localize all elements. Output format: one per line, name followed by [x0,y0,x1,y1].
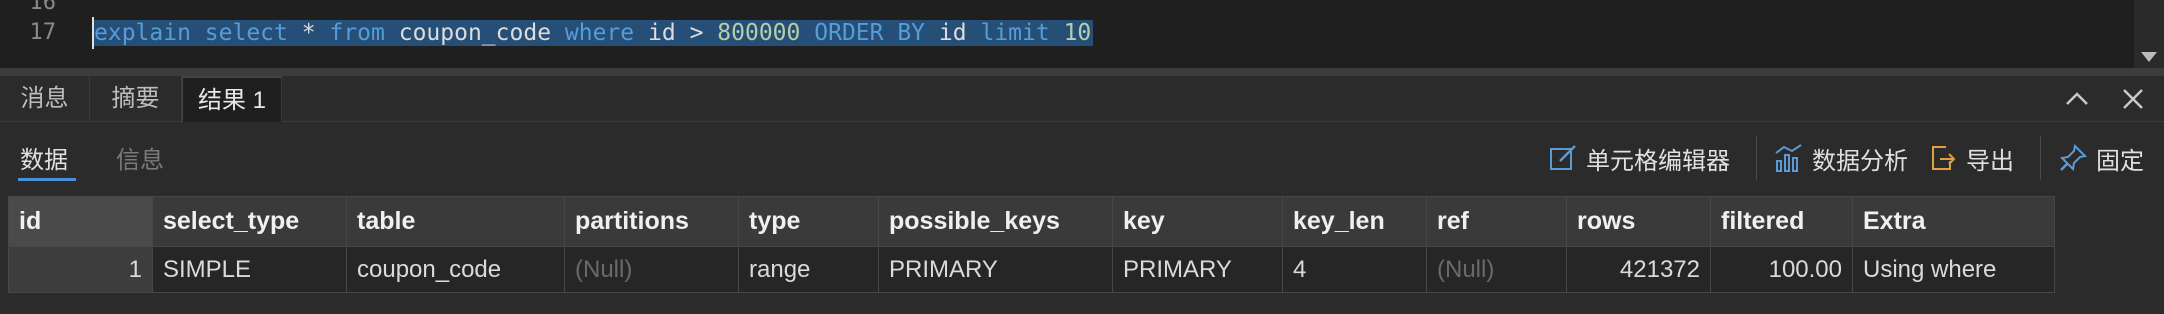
line-number: 16 [29,0,57,15]
keyword-limit: limit [980,20,1050,46]
sql-editor[interactable]: 16 17 explain select * from coupon_code … [0,0,2164,68]
header-row: id select_type table partitions type pos… [8,196,2055,247]
table-cell[interactable]: PRIMARY [878,246,1113,293]
result-toolbar: 数据 信息 单元格编辑器 数据分析 导出 固定 [0,122,2164,194]
column-header[interactable]: rows [1566,196,1711,247]
code-order-column: id [938,20,967,46]
column-header[interactable]: filtered [1710,196,1853,247]
pin-label: 固定 [2096,147,2144,175]
chevron-up-icon[interactable] [2062,84,2092,114]
column-header[interactable]: table [346,196,565,247]
code-operator: > [689,20,704,46]
subtab-data[interactable]: 数据 [20,140,68,175]
cell-editor-button[interactable]: 单元格编辑器 [1548,142,1730,175]
code-column: id [648,20,676,46]
column-header[interactable]: key [1112,196,1283,247]
column-header[interactable]: partitions [564,196,739,247]
keyword-where: where [564,20,635,46]
chart-bars-icon [1775,144,1802,172]
tab-messages[interactable]: 消息 [0,76,90,122]
column-header[interactable]: Extra [1852,196,2055,247]
table-row[interactable]: 1 SIMPLE coupon_code (Null) range PRIMAR… [8,246,2055,293]
export-icon [1932,146,1956,170]
code-line[interactable]: explain select * from coupon_code where … [92,16,1094,50]
column-header[interactable]: id [8,196,153,247]
data-analysis-label: 数据分析 [1812,147,1908,175]
close-icon[interactable] [2118,84,2148,114]
keyword-explain: explain [94,20,191,46]
toolbar-divider [1756,136,1757,180]
tab-result-1[interactable]: 结果 1 [182,76,282,122]
table-cell[interactable]: 421372 [1566,246,1711,293]
cell-editor-label: 单元格编辑器 [1586,147,1730,175]
code-star: * [301,20,316,46]
text-cursor [92,17,94,49]
table-cell[interactable]: SIMPLE [152,246,347,293]
data-analysis-button[interactable]: 数据分析 [1774,142,1908,175]
keyword-from: from [329,20,385,46]
toolbar-divider [2040,136,2041,180]
table-cell[interactable]: range [738,246,879,293]
result-tabs: 消息 摘要 结果 1 [0,76,2164,122]
table-cell[interactable]: PRIMARY [1112,246,1283,293]
code-limit-number: 10 [1063,20,1092,46]
pin-button[interactable]: 固定 [2058,142,2144,175]
table-cell[interactable]: coupon_code [346,246,565,293]
code-table-name: coupon_code [398,20,552,46]
editor-scrollbar[interactable] [2134,0,2164,68]
subtab-info[interactable]: 信息 [116,140,164,175]
keyword-order-by: ORDER BY [814,20,926,46]
table-cell[interactable]: (Null) [564,246,739,293]
table-cell[interactable]: 100.00 [1710,246,1853,293]
export-button[interactable]: 导出 [1928,142,2014,175]
column-header[interactable]: type [738,196,879,247]
column-header[interactable]: ref [1426,196,1567,247]
table-cell[interactable]: (Null) [1426,246,1567,293]
column-header[interactable]: key_len [1282,196,1427,247]
column-header[interactable]: select_type [152,196,347,247]
table-cell[interactable]: Using where [1852,246,2055,293]
column-header[interactable]: possible_keys [878,196,1113,247]
tab-summary[interactable]: 摘要 [90,76,182,122]
edit-pencil-icon [1550,145,1576,170]
code-number: 800000 [717,20,801,46]
scroll-down-icon[interactable] [2141,52,2157,62]
selected-text[interactable]: explain select * from coupon_code where … [92,20,1094,46]
line-number: 17 [29,20,57,45]
keyword-select: select [204,20,288,46]
result-grid: id select_type table partitions type pos… [8,196,2055,293]
line-gutter: 16 17 [0,0,80,68]
export-label: 导出 [1966,147,2014,175]
table-cell[interactable]: 4 [1282,246,1427,293]
pane-divider[interactable] [0,68,2164,76]
table-cell[interactable]: 1 [8,246,153,293]
active-subtab-indicator [18,178,76,181]
pin-icon [2059,143,2088,172]
